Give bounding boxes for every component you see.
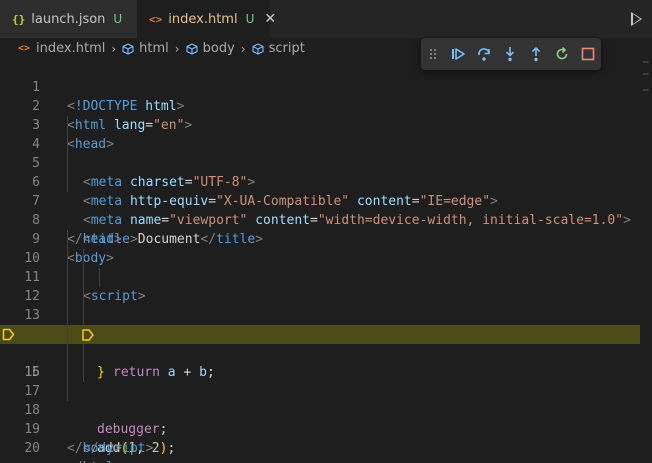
code-line: 6 <meta name="viewport" content="width=d… (0, 154, 640, 228)
indent-guide (83, 344, 84, 363)
json-file-icon: {} (12, 12, 26, 26)
code-line: 4 <meta charset="UTF-8"> (0, 116, 640, 190)
indent-guide (83, 363, 84, 382)
step-out-icon (531, 46, 541, 62)
code-editor[interactable]: 1 <!DOCTYPE html> 2 <html lang="en"> 3 <… (0, 59, 640, 463)
indent-guide (67, 344, 68, 363)
code-line: 9 <body> (0, 211, 640, 266)
tab-bar: {} launch.json U <> index.html U ✕ (0, 0, 652, 38)
indent-guide (67, 382, 68, 401)
close-icon[interactable]: ✕ (264, 11, 276, 27)
symbol-cube-icon (186, 42, 198, 55)
indent-guide (99, 268, 100, 287)
code-line: 10 <script> (0, 230, 640, 304)
indent-guide (67, 116, 68, 135)
symbol-cube-icon (122, 42, 134, 55)
run-icon[interactable] (631, 12, 642, 26)
git-status-badge: U (245, 12, 255, 26)
chevron-right-icon: › (111, 41, 117, 56)
code-line: 11 function add(a, b) { (0, 249, 640, 342)
code-line: 18 </script> (0, 382, 640, 456)
debug-toolbar (421, 38, 601, 70)
code-line: 3 <head> (0, 97, 640, 152)
stop-icon (581, 47, 595, 61)
drag-handle-icon[interactable] (429, 48, 437, 60)
indent-guide (67, 268, 68, 287)
code-line: 17 add(1, 2); (0, 363, 640, 456)
code-line: 7 <title>Document</title> (0, 173, 640, 247)
line-number: 20 (24, 441, 40, 456)
indent-guide (67, 287, 68, 306)
restart-icon (556, 46, 568, 60)
code-line: 16 (0, 344, 640, 380)
indent-guide (67, 306, 68, 325)
indent-guide (83, 249, 84, 268)
inline-breakpoint-icon (82, 329, 94, 341)
step-over-button[interactable] (471, 41, 497, 67)
continue-button[interactable] (445, 41, 471, 67)
chevron-right-icon: › (174, 41, 180, 56)
breadcrumb-file[interactable]: <> index.html (18, 41, 105, 56)
breadcrumb-item-html[interactable]: html (122, 41, 169, 56)
breadcrumb-label: script (268, 41, 305, 56)
breadcrumb-label: html (139, 41, 169, 56)
indent-guide (67, 249, 68, 268)
stop-button[interactable] (575, 41, 601, 67)
chevron-right-icon: › (240, 41, 246, 56)
breadcrumb-label: body (202, 41, 235, 56)
code-line: 2 <html lang="en"> (0, 78, 640, 133)
code-line: 13 } (0, 287, 640, 380)
code-line: 19 </body> (0, 401, 640, 456)
indent-guide (83, 306, 84, 325)
breakpoint-paused-icon[interactable] (2, 328, 15, 341)
continue-icon (452, 48, 465, 60)
code-line: 5 <meta http-equiv="X-UA-Compatible" con… (0, 135, 640, 209)
html-file-icon: <> (149, 12, 163, 26)
code-line: 20 </html> (0, 420, 640, 463)
git-status-badge: U (113, 12, 123, 26)
tab-launch-json[interactable]: {} launch.json U (0, 0, 137, 38)
code-line: 12 return a + b; (0, 268, 640, 380)
breadcrumb-file-label: index.html (36, 41, 106, 56)
indent-guide (67, 135, 68, 154)
code-line: 14 (0, 306, 640, 342)
step-into-button[interactable] (497, 41, 523, 67)
breadcrumb-item-script[interactable]: script (252, 41, 305, 56)
breadcrumb-item-body[interactable]: body (186, 41, 235, 56)
step-over-icon (478, 48, 490, 61)
symbol-cube-icon (252, 42, 264, 55)
html-file-icon: <> (18, 43, 31, 54)
tab-label: index.html (168, 11, 238, 27)
indent-guide (67, 363, 68, 382)
tab-index-html[interactable]: <> index.html U ✕ (137, 0, 276, 38)
restart-button[interactable] (549, 41, 575, 67)
step-into-icon (505, 47, 515, 62)
indent-guide (83, 287, 84, 306)
step-out-button[interactable] (523, 41, 549, 67)
indent-guide (67, 154, 68, 173)
editor-scrollbar[interactable] (640, 59, 652, 463)
indent-guide (67, 230, 68, 249)
indent-guide (67, 325, 68, 344)
indent-guide (83, 268, 84, 287)
tab-label: launch.json (31, 11, 106, 27)
current-execution-line: 15 debugger; (0, 325, 640, 437)
code-line: 8 </head> (0, 192, 640, 247)
indent-guide (67, 173, 68, 192)
